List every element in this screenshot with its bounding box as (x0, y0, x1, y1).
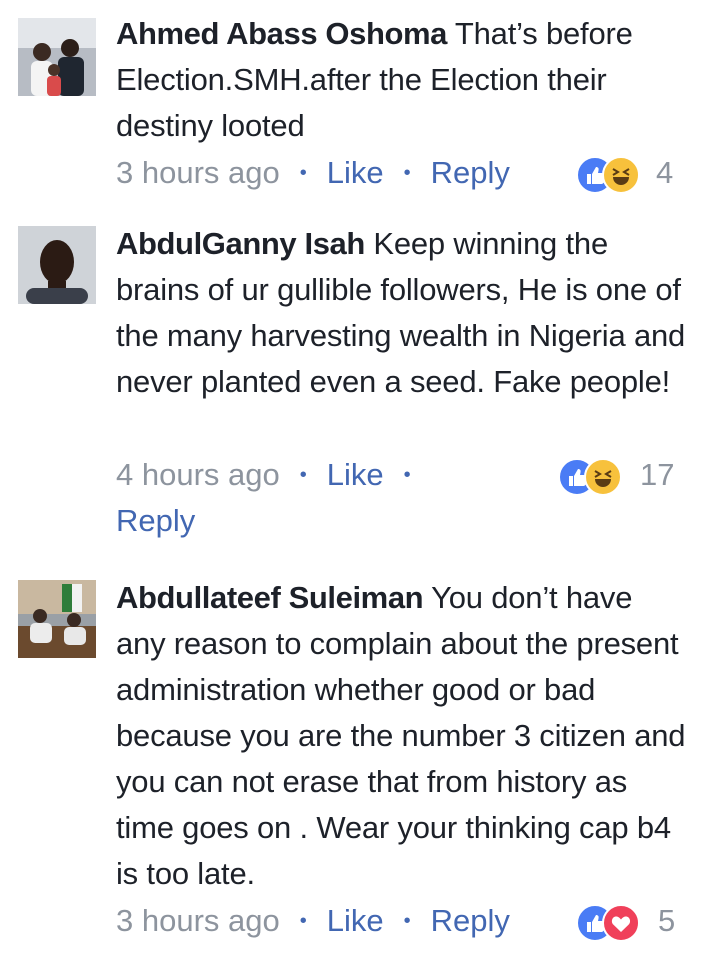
reply-link[interactable]: Reply (116, 503, 195, 538)
reaction-count: 17 (640, 457, 675, 492)
comment-body: Abdullateef Suleiman You don’t have any … (116, 575, 686, 897)
comment-body: AbdulGanny Isah Keep winning the brains … (116, 221, 686, 405)
comment-meta-row2: Reply (116, 498, 686, 544)
comment-author[interactable]: Ahmed Abass Oshoma (116, 16, 447, 51)
separator-dot: • (403, 464, 411, 486)
avatar[interactable] (18, 226, 96, 304)
comment-meta: 3 hours ago • Like • Reply 4 (116, 150, 686, 196)
reaction-summary[interactable]: 5 (576, 903, 686, 942)
comment-body: Ahmed Abass Oshoma That’s before Electio… (116, 11, 686, 149)
like-link[interactable]: Like (327, 903, 384, 938)
haha-icon (602, 156, 640, 194)
avatar[interactable] (18, 580, 96, 658)
reaction-count: 5 (658, 903, 676, 938)
like-link[interactable]: Like (327, 155, 384, 190)
comment-meta: 3 hours ago • Like • Reply 5 (116, 898, 686, 944)
reaction-count: 4 (656, 155, 674, 190)
comment-timestamp[interactable]: 3 hours ago (116, 155, 280, 190)
haha-icon (584, 458, 622, 496)
comment-timestamp[interactable]: 4 hours ago (116, 457, 280, 492)
reaction-summary[interactable]: 4 (576, 155, 686, 194)
reply-link[interactable]: Reply (431, 903, 510, 938)
separator-dot: • (403, 162, 411, 184)
separator-dot: • (403, 910, 411, 932)
separator-dot: • (299, 464, 307, 486)
reply-link[interactable]: Reply (431, 155, 510, 190)
comment-author[interactable]: AbdulGanny Isah (116, 226, 365, 261)
comment-author[interactable]: Abdullateef Suleiman (116, 580, 424, 615)
avatar[interactable] (18, 18, 96, 96)
comment-text: You don’t have any reason to complain ab… (116, 580, 686, 891)
love-icon (602, 904, 640, 942)
comment-meta: 4 hours ago • Like • 17 (116, 452, 686, 498)
separator-dot: • (299, 162, 307, 184)
separator-dot: • (299, 910, 307, 932)
comment-timestamp[interactable]: 3 hours ago (116, 903, 280, 938)
like-link[interactable]: Like (327, 457, 384, 492)
reaction-summary[interactable]: 17 (558, 457, 686, 496)
